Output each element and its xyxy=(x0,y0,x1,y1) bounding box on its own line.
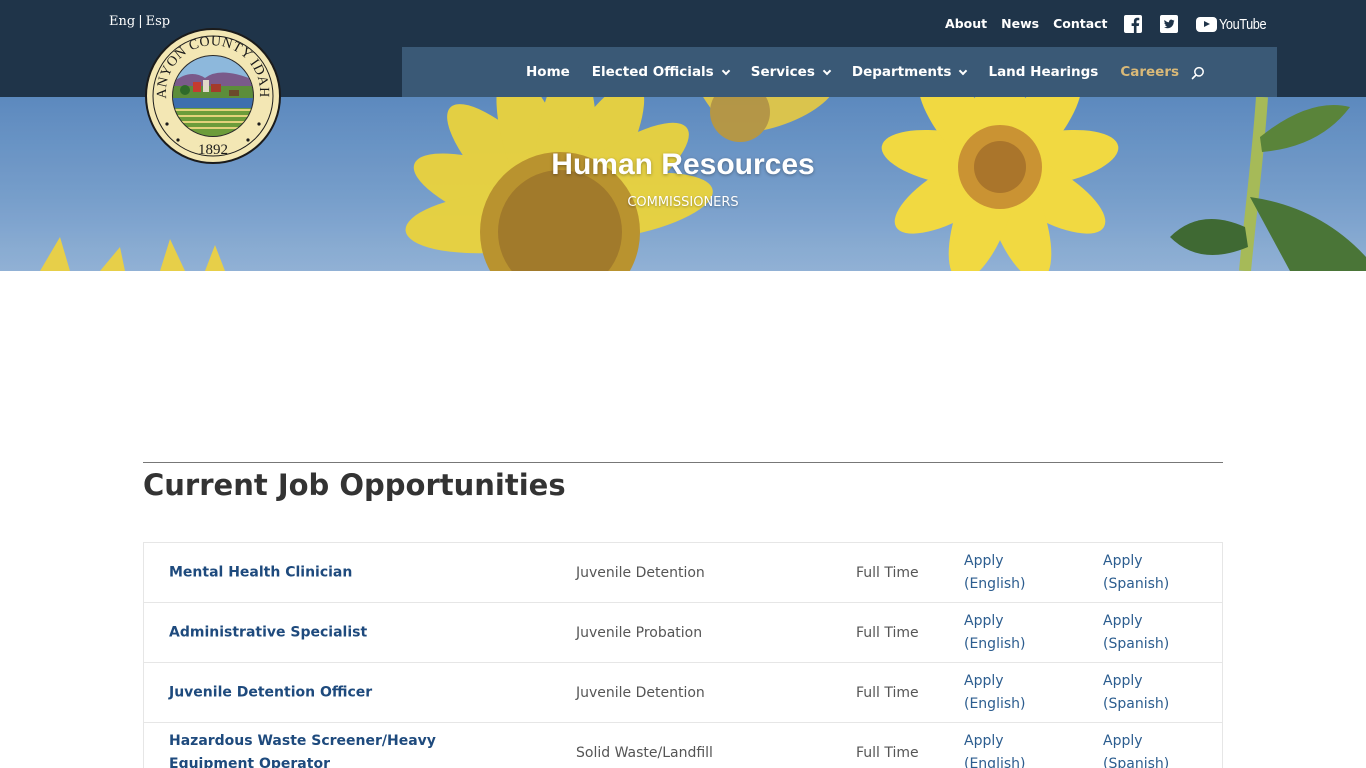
apply-label: Apply xyxy=(1103,612,1143,629)
news-link[interactable]: News xyxy=(1001,12,1039,36)
apply-label: Apply xyxy=(964,552,1004,569)
heading-rest: Job Opportunities xyxy=(267,468,566,502)
nav-label: Services xyxy=(750,64,815,80)
job-department: Juvenile Detention xyxy=(576,684,705,701)
about-link[interactable]: About xyxy=(945,12,987,36)
job-type: Full Time xyxy=(856,744,919,761)
apply-english-link[interactable]: Apply (English) xyxy=(964,550,1054,596)
apply-spanish-link[interactable]: Apply (Spanish) xyxy=(1103,610,1193,656)
job-department: Juvenile Probation xyxy=(576,624,703,641)
main-navigation: Home Elected Officials Services Departme… xyxy=(402,47,1277,97)
job-title-link[interactable]: Administrative Specialist xyxy=(169,621,509,644)
twitter-icon[interactable] xyxy=(1159,15,1178,33)
youtube-icon xyxy=(1195,16,1217,32)
apply-label: Apply xyxy=(1103,672,1143,689)
social-links: YouTube xyxy=(1123,15,1274,33)
county-seal-logo[interactable]: CANYON COUNTY IDAHO 1892 xyxy=(140,17,281,164)
apply-label: Apply xyxy=(1103,733,1143,749)
apply-language: (English) xyxy=(964,756,1026,768)
nav-label: Departments xyxy=(851,64,952,80)
youtube-link[interactable]: YouTube xyxy=(1195,15,1274,33)
chevron-down-icon xyxy=(822,66,832,75)
apply-spanish-link[interactable]: Apply (Spanish) xyxy=(1103,723,1193,768)
lang-english-link[interactable]: Eng xyxy=(109,14,135,29)
job-row: Mental Health Clinician Juvenile Detenti… xyxy=(144,543,1222,603)
apply-label: Apply xyxy=(1103,552,1143,569)
job-type: Full Time xyxy=(856,564,919,581)
youtube-label: YouTube xyxy=(1218,15,1267,33)
utility-links: About News Contact YouTube xyxy=(931,12,1274,36)
chevron-down-icon xyxy=(721,66,730,75)
apply-label: Apply xyxy=(964,733,1004,749)
apply-language: (English) xyxy=(964,695,1026,712)
nav-departments[interactable]: Departments xyxy=(851,64,968,80)
language-switcher: Eng | Esp xyxy=(109,14,170,29)
job-row: Hazardous Waste Screener/Heavy Equipment… xyxy=(144,723,1222,768)
seal-year: 1892 xyxy=(198,142,228,158)
job-department: Juvenile Detention xyxy=(576,564,705,581)
nav-home[interactable]: Home xyxy=(526,64,570,80)
job-type: Full Time xyxy=(856,624,919,641)
job-title-link[interactable]: Mental Health Clinician xyxy=(169,561,509,584)
apply-language: (English) xyxy=(964,575,1026,592)
apply-label: Apply xyxy=(964,612,1004,629)
apply-english-link[interactable]: Apply (English) xyxy=(964,670,1054,716)
apply-spanish-link[interactable]: Apply (Spanish) xyxy=(1103,550,1193,596)
contact-link[interactable]: Contact xyxy=(1053,12,1107,36)
lang-spanish-link[interactable]: Esp xyxy=(146,14,170,29)
job-row: Administrative Specialist Juvenile Proba… xyxy=(144,603,1222,663)
nav-label: Home xyxy=(526,64,570,80)
apply-language: (Spanish) xyxy=(1103,635,1170,652)
apply-english-link[interactable]: Apply (English) xyxy=(964,723,1054,768)
page-subtitle: COMMISSIONERS xyxy=(627,195,739,210)
nav-label: Elected Officials xyxy=(591,64,714,80)
apply-language: (Spanish) xyxy=(1103,756,1170,768)
search-icon[interactable] xyxy=(1191,65,1205,80)
apply-language: (English) xyxy=(964,635,1026,652)
lang-separator: | xyxy=(138,14,143,29)
nav-careers[interactable]: Careers xyxy=(1120,64,1179,80)
job-title-link[interactable]: Hazardous Waste Screener/Heavy Equipment… xyxy=(169,723,509,768)
apply-english-link[interactable]: Apply (English) xyxy=(964,610,1054,656)
nav-land-hearings[interactable]: Land Hearings xyxy=(988,64,1098,80)
apply-spanish-link[interactable]: Apply (Spanish) xyxy=(1103,670,1193,716)
nav-elected-officials[interactable]: Elected Officials xyxy=(591,64,730,80)
job-title-link[interactable]: Juvenile Detention Officer xyxy=(169,681,509,704)
section-heading: Current Job Opportunities xyxy=(143,468,566,502)
apply-language: (Spanish) xyxy=(1103,695,1170,712)
job-department: Solid Waste/Landfill xyxy=(576,744,713,761)
apply-language: (Spanish) xyxy=(1103,575,1170,592)
job-type: Full Time xyxy=(856,684,919,701)
nav-label: Careers xyxy=(1120,64,1180,80)
facebook-icon[interactable] xyxy=(1123,15,1142,33)
heading-bold: Current xyxy=(143,468,268,502)
chevron-down-icon xyxy=(959,66,968,75)
nav-services[interactable]: Services xyxy=(750,64,832,80)
job-row: Juvenile Detention Officer Juvenile Dete… xyxy=(144,663,1222,723)
apply-label: Apply xyxy=(964,672,1004,689)
section-divider xyxy=(143,462,1223,463)
nav-label: Land Hearings xyxy=(988,64,1099,80)
job-list-table: Mental Health Clinician Juvenile Detenti… xyxy=(143,542,1223,768)
